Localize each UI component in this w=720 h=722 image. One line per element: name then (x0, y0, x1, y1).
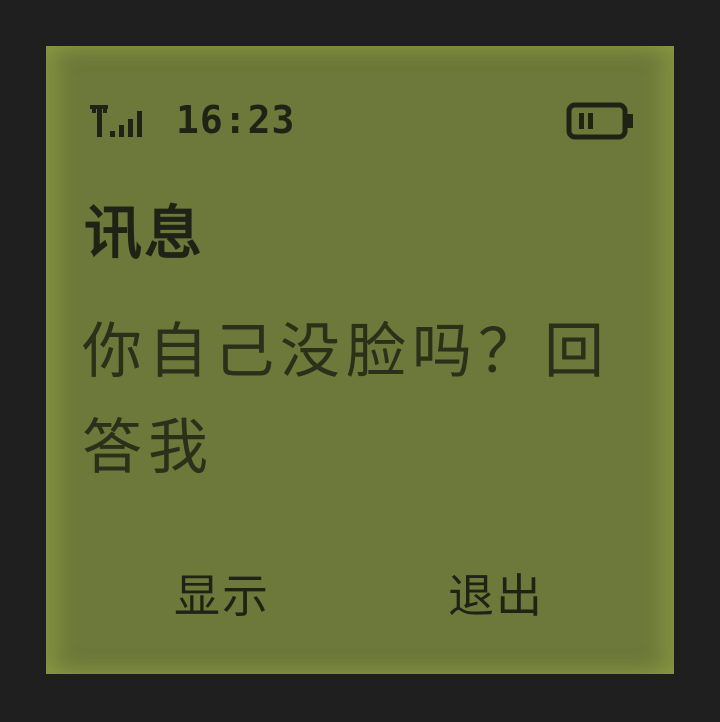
clock: 16:23 (176, 98, 296, 142)
message-body: 你自己没脸吗？回答我 (82, 317, 610, 483)
exit-softkey[interactable]: 退出 (448, 566, 544, 626)
signal-strength-icon (90, 105, 142, 137)
show-softkey[interactable]: 显示 (174, 566, 270, 626)
lcd-screen: 16:23 讯息 你自己没脸吗？回答我 显示 退出 (46, 46, 674, 674)
status-bar: 16:23 (86, 98, 636, 142)
message-title: 讯息 (84, 199, 205, 267)
battery-icon (566, 102, 633, 140)
phone-bezel: 16:23 讯息 你自己没脸吗？回答我 显示 退出 (0, 0, 720, 722)
